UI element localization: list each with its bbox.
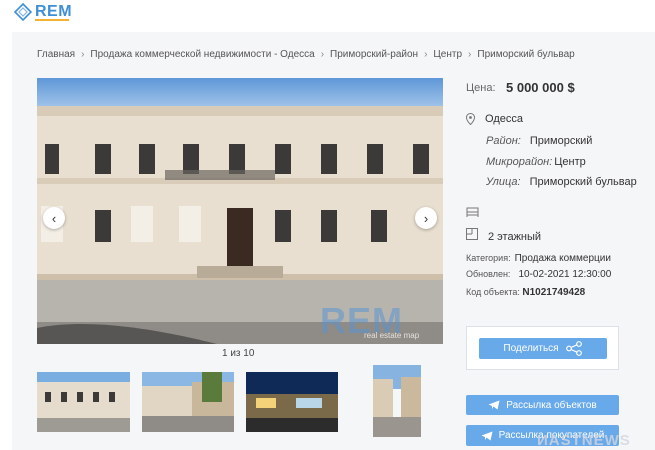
gallery-thumbnail[interactable] (142, 372, 234, 432)
gallery-thumbnail[interactable] (373, 365, 421, 437)
thumbnail-image (373, 365, 421, 437)
code-row: Код объекта: N1021749428 (466, 287, 585, 298)
code-label: Код объекта: (466, 287, 520, 297)
updated-label: Обновлен: (466, 269, 511, 279)
location-district: Район: Приморский (486, 135, 592, 147)
gallery-thumbnail[interactable] (246, 372, 338, 432)
street-value: Приморский бульвар (529, 176, 637, 188)
location-city: Одесса (485, 113, 523, 125)
main-photo[interactable]: REM real estate map (37, 78, 443, 344)
thumbnail-image (142, 372, 234, 432)
floor-plan-icon (466, 228, 478, 240)
category-label: Категория: (466, 253, 511, 263)
logo-icon (14, 3, 32, 21)
bed-icon (466, 207, 479, 217)
thumbnail-image (246, 372, 338, 432)
price-label: Цена: (466, 82, 496, 94)
top-header: REM (0, 0, 655, 30)
street-label: Улица: (486, 176, 521, 188)
chevron-right-icon: › (81, 49, 85, 60)
district-label: Район: (486, 135, 521, 147)
microdistrict-label: Микрорайон: (486, 156, 553, 168)
share-icon (565, 341, 582, 356)
page-watermark: ИASTNEWS (537, 432, 631, 449)
updated-row: Обновлен: 10-02-2021 12:30:00 (466, 269, 611, 280)
breadcrumb: Главная › Продажа коммерческой недвижимост… (37, 49, 575, 60)
telegram-icon (481, 431, 493, 440)
share-button-label: Поделиться (503, 343, 559, 354)
updated-value: 10-02-2021 12:30:00 (518, 269, 612, 280)
floors-value: 2 этажный (488, 231, 542, 243)
breadcrumb-current: Приморский бульвар (477, 49, 575, 60)
chevron-right-icon: › (468, 49, 472, 60)
gallery-thumbnail[interactable] (37, 372, 130, 432)
chevron-right-icon: › (320, 49, 325, 60)
price-value: 5 000 000 $ (506, 80, 575, 95)
mailing-objects-label: Рассылка объектов (506, 399, 597, 411)
code-value: N1021749428 (522, 287, 586, 298)
chevron-left-icon: ‹ (51, 210, 57, 226)
gallery-counter: 1 из 10 (222, 348, 255, 359)
category-value: Продажа коммерции (514, 253, 611, 264)
thumbnail-image (37, 372, 130, 432)
district-value: Приморский (529, 135, 593, 147)
photo-watermark-sub: real estate map (364, 331, 420, 340)
chevron-right-icon: › (423, 210, 429, 226)
telegram-icon (488, 400, 500, 410)
category-row: Категория: Продажа коммерции (466, 253, 611, 264)
breadcrumb-home[interactable]: Главная (37, 49, 75, 60)
breadcrumb-district[interactable]: Приморский-район (330, 49, 418, 60)
share-button[interactable]: Поделиться (479, 338, 607, 359)
logo-underline (35, 19, 69, 21)
mailing-objects-button[interactable]: Рассылка объектов (466, 395, 619, 415)
breadcrumb-commercial[interactable]: Продажа коммерческой недвижимости - Одес… (90, 49, 314, 60)
gallery-next-button[interactable]: › (415, 207, 437, 229)
map-pin-icon (466, 113, 475, 125)
microdistrict-value: Центр (554, 156, 586, 168)
location-street: Улица: Приморский бульвар (486, 176, 637, 188)
chevron-right-icon: › (424, 49, 428, 60)
location-microdistrict: Микрорайон: Центр (486, 156, 586, 168)
gallery-prev-button[interactable]: ‹ (43, 207, 65, 229)
breadcrumb-microdistrict[interactable]: Центр (433, 49, 462, 60)
